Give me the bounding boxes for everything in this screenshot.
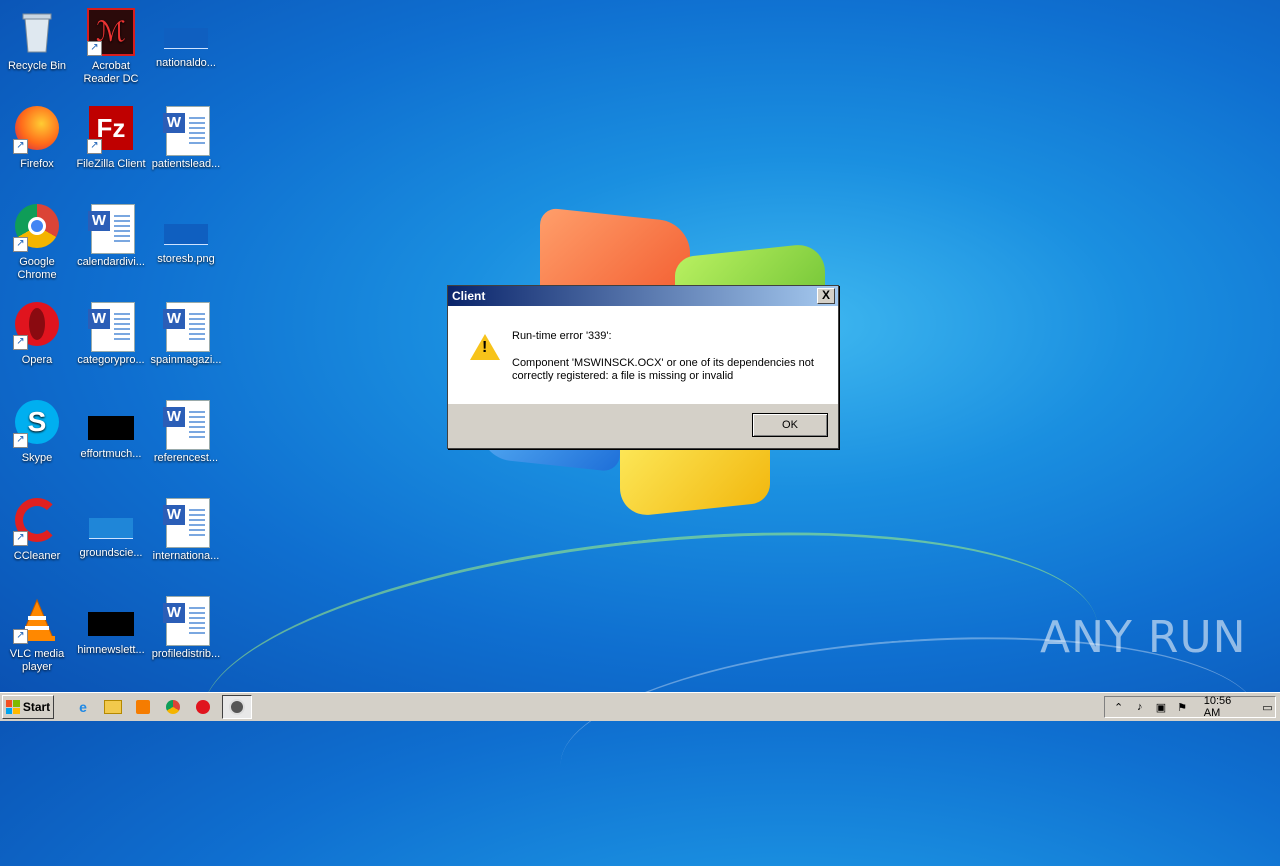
filezilla-icon: Fz ↗ [87,106,135,154]
start-button[interactable]: Start [2,695,54,719]
desktop-icon-patientslead[interactable]: W patientslead... [149,106,223,171]
image-file-icon [164,224,208,245]
vlc-icon: ↗ [13,596,61,644]
desktop-icon-profiledistrib[interactable]: W profiledistrib... [149,596,223,661]
word-doc-icon: W [87,204,135,254]
close-button[interactable]: X [817,288,835,304]
black-file-icon [88,416,134,440]
word-doc-icon: W [162,498,210,548]
flag-icon[interactable]: ⚑ [1175,701,1190,714]
desktop-icon-referencest[interactable]: W referencest... [149,400,223,465]
error-dialog: Client X ! Run-time error '339': Compone… [447,285,839,449]
word-doc-icon: W [162,400,210,450]
windows-logo-icon [5,700,20,714]
ccleaner-icon: ↗ [13,498,61,546]
anyrun-watermark: ANY RUN [1040,612,1247,663]
desktop-icon-ccleaner[interactable]: ↗ CCleaner [0,498,74,563]
system-tray: ⌃ ♪ ▣ ⚑ 10:56 AM ▭ [1104,695,1276,719]
client-app-taskbar-icon[interactable] [222,695,252,719]
wallpaper-swirl [188,493,1112,850]
file-explorer-icon[interactable] [102,696,124,718]
recycle-bin-icon [13,8,61,56]
acrobat-icon: ℳ ↗ [87,8,135,56]
word-doc-icon: W [87,302,135,352]
desktop-icon-vlc[interactable]: ↗ VLC media player [0,596,74,674]
desktop-icon-effortmuch[interactable]: effortmuch... [74,400,148,461]
volume-icon[interactable]: ♪ [1132,701,1147,713]
desktop-icon-categorypro[interactable]: W categorypro... [74,302,148,367]
word-doc-icon: W [162,106,210,156]
desktop-icon-filezilla[interactable]: Fz ↗ FileZilla Client [74,106,148,171]
desktop-icon-spainmagazi[interactable]: W spainmagazi... [149,302,223,367]
warning-icon: ! [470,334,500,360]
image-file-icon [164,28,208,49]
dialog-titlebar[interactable]: Client X [448,286,838,306]
ok-button[interactable]: OK [752,413,828,437]
chevron-up-icon[interactable]: ⌃ [1111,701,1126,714]
dialog-title: Client [452,289,486,303]
desktop-icon-chrome[interactable]: ↗ Google Chrome [0,204,74,282]
shortcut-arrow-icon: ↗ [87,41,102,56]
desktop-icon-acrobat[interactable]: ℳ ↗ Acrobat Reader DC [74,8,148,86]
desktop-icon-opera[interactable]: ↗ Opera [0,302,74,367]
desktop-icon-storesb[interactable]: storesb.png [149,204,223,266]
error-message: Component 'MSWINSCK.OCX' or one of its d… [512,357,814,382]
desktop-icon-recycle-bin[interactable]: Recycle Bin [0,8,74,73]
chrome-taskbar-icon[interactable] [162,696,184,718]
taskbar: Start e ⌃ ♪ ▣ ⚑ 10:56 AM ▭ [0,692,1280,721]
show-desktop-icon[interactable]: ▭ [1260,701,1275,714]
desktop-icon-skype[interactable]: S ↗ Skype [0,400,74,465]
desktop-icon-calendardivi[interactable]: W calendardivi... [74,204,148,269]
internet-explorer-icon[interactable]: e [72,696,94,718]
word-doc-icon: W [162,596,210,646]
skype-icon: S ↗ [13,400,61,448]
desktop-icon-groundscie[interactable]: groundscie... [74,498,148,560]
start-label: Start [22,700,51,714]
desktop-icon-firefox[interactable]: ↗ Firefox [0,106,74,171]
black-file-icon [88,612,134,636]
opera-icon: ↗ [13,302,61,350]
opera-taskbar-icon[interactable] [192,696,214,718]
desktop-icon-internationa[interactable]: W internationa... [149,498,223,563]
network-icon[interactable]: ▣ [1153,701,1168,714]
clock[interactable]: 10:56 AM [1204,695,1248,719]
desktop-icon-nationaldo[interactable]: nationaldo... [149,8,223,70]
error-heading: Run-time error '339': [512,330,612,342]
media-player-icon[interactable] [132,696,154,718]
desktop-icon-himnewslett[interactable]: himnewslett... [74,596,148,657]
dialog-body: ! Run-time error '339': Component 'MSWIN… [448,306,838,404]
firefox-icon: ↗ [13,106,61,154]
image-file-icon [89,518,133,539]
word-doc-icon: W [162,302,210,352]
chrome-icon: ↗ [13,204,61,252]
